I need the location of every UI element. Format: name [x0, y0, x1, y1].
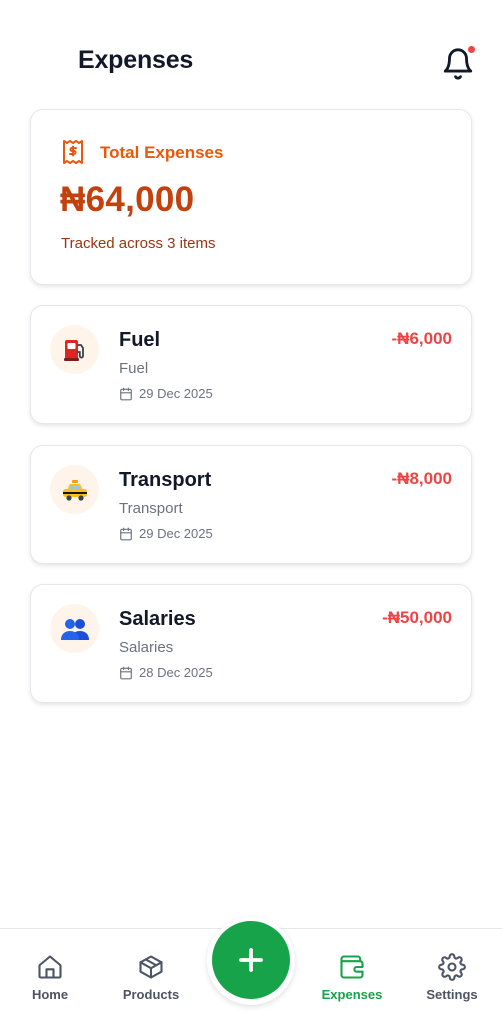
- nav-label: Products: [122, 987, 180, 1002]
- nav-item-settings[interactable]: Settings: [402, 953, 502, 1002]
- notification-badge: [468, 46, 475, 53]
- expense-card[interactable]: Fuel Fuel 29 Dec 2025 -₦6,000: [30, 305, 472, 424]
- receipt-icon: [63, 140, 83, 164]
- nav-label: Home: [31, 987, 69, 1002]
- fuel-pump-icon: [50, 325, 99, 374]
- calendar-icon: [120, 387, 132, 400]
- nav-label: Settings: [426, 987, 478, 1002]
- nav-label: Expenses: [321, 987, 383, 1002]
- expense-card[interactable]: Transport Transport 29 Dec 2025 -₦8,000: [30, 445, 472, 564]
- nav-item-expenses[interactable]: Expenses: [302, 953, 402, 1002]
- nav-item-products[interactable]: Products: [101, 953, 201, 1002]
- expense-card[interactable]: Salaries Salaries 28 Dec 2025 -₦50,000: [30, 584, 472, 703]
- page-title: Expenses: [78, 46, 194, 74]
- expense-amount: -₦6,000: [391, 329, 452, 348]
- summary-subtitle: Tracked across 3 items: [61, 235, 216, 252]
- taxi-icon: [50, 465, 99, 514]
- expense-title: Fuel: [119, 329, 161, 351]
- expense-date: 29 Dec 2025: [139, 526, 213, 541]
- nav-item-home[interactable]: Home: [0, 953, 100, 1002]
- expense-category: Salaries: [119, 639, 174, 656]
- header: Expenses: [0, 0, 502, 110]
- expense-title: Transport: [119, 469, 212, 491]
- expense-date-row: 28 Dec 2025: [119, 665, 213, 680]
- expense-category: Transport: [119, 500, 183, 517]
- expense-category: Fuel: [119, 360, 149, 377]
- box-icon: [139, 955, 163, 979]
- gear-icon: [438, 953, 466, 981]
- add-expense-button[interactable]: [212, 921, 290, 999]
- calendar-icon: [120, 666, 132, 679]
- expense-date-row: 29 Dec 2025: [119, 386, 213, 401]
- expense-amount: -₦8,000: [391, 469, 452, 488]
- plus-icon: [239, 948, 263, 972]
- people-icon: [50, 604, 99, 653]
- expense-title: Salaries: [119, 608, 196, 630]
- wallet-icon: [340, 955, 364, 979]
- expense-date-row: 29 Dec 2025: [119, 526, 213, 541]
- total-expenses-card: Total Expenses ₦64,000 Tracked across 3 …: [30, 109, 472, 285]
- expense-date: 29 Dec 2025: [139, 386, 213, 401]
- summary-label: Total Expenses: [100, 143, 224, 162]
- expense-amount: -₦50,000: [382, 608, 452, 627]
- calendar-icon: [120, 527, 132, 540]
- home-icon: [38, 955, 62, 979]
- expense-date: 28 Dec 2025: [139, 665, 213, 680]
- summary-amount: ₦64,000: [60, 180, 195, 219]
